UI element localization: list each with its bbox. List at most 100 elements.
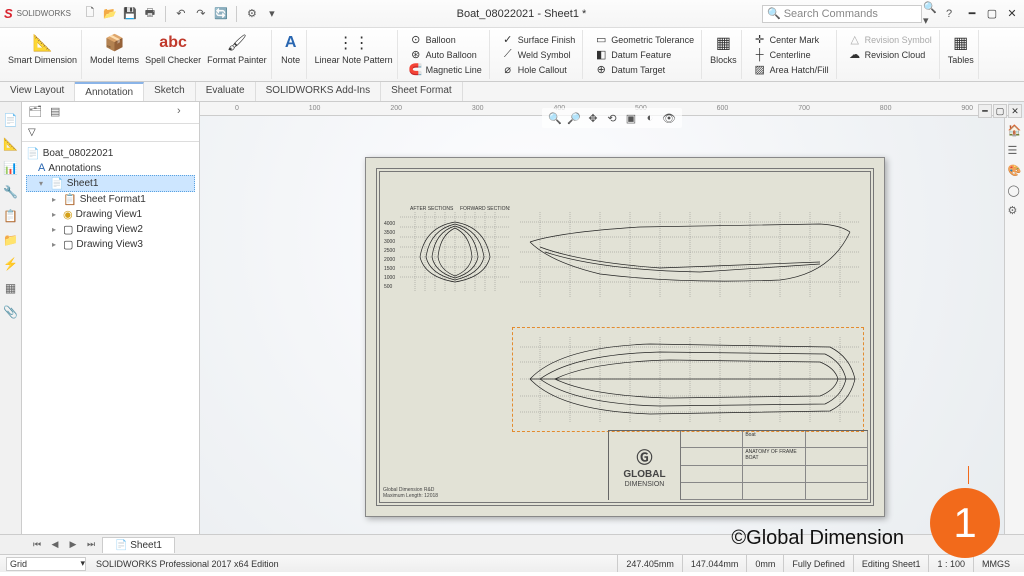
ls-icon-2[interactable]: 📐	[3, 136, 19, 152]
rs-home-icon[interactable]: 🏠	[1008, 124, 1022, 138]
tree-view1[interactable]: ▸◉Drawing View1	[26, 207, 195, 222]
doc-max-icon[interactable]: ▢	[993, 104, 1007, 118]
tree-view2[interactable]: ▸▢Drawing View2	[26, 222, 195, 237]
right-toolbar: 🏠 ☰ 🎨 ◯ ⚙	[1004, 118, 1024, 534]
hide-show-icon[interactable]: 👁	[661, 110, 677, 126]
datum-target-button[interactable]: ⊕Datum Target	[591, 62, 697, 77]
center-mark-button[interactable]: ✛Center Mark	[750, 32, 832, 47]
balloon-button[interactable]: ⊙Balloon	[406, 32, 485, 47]
save-icon[interactable]: 💾	[121, 5, 139, 23]
grid-dropdown[interactable]: Grid▾	[6, 557, 86, 571]
zoom-area-icon[interactable]: 🔎	[566, 110, 582, 126]
zoom-fit-icon[interactable]: 🔍	[547, 110, 563, 126]
new-icon[interactable]: 🗋	[81, 5, 99, 23]
spell-checker-button[interactable]: abcSpell Checker	[145, 32, 201, 65]
tab-evaluate[interactable]: Evaluate	[196, 82, 256, 101]
status-y: 147.044mm	[682, 555, 747, 572]
weld-symbol-button[interactable]: ⟋Weld Symbol	[498, 47, 579, 62]
revision-cloud-button[interactable]: ☁Revision Cloud	[845, 47, 935, 62]
linear-note-pattern-button[interactable]: ⋮⋮Linear Note Pattern	[315, 32, 393, 65]
minimize-icon[interactable]: ━	[964, 6, 980, 22]
dropdown-icon[interactable]: ▾	[263, 5, 281, 23]
search-commands-input[interactable]: 🔍 Search Commands	[762, 5, 922, 23]
tree-expand-icon[interactable]: ›	[177, 105, 193, 121]
drawing-view-plan[interactable]	[520, 332, 860, 427]
close-icon[interactable]: ✕	[1004, 6, 1020, 22]
rs-custom-icon[interactable]: ⚙	[1008, 204, 1022, 218]
badge-pointer	[968, 466, 969, 484]
sheet-nav-first-icon[interactable]: ⏮	[30, 538, 44, 552]
tree-view3[interactable]: ▸▢Drawing View3	[26, 237, 195, 252]
rs-appearance-icon[interactable]: 🎨	[1008, 164, 1022, 178]
app-logo-text: SOLIDWORKS	[17, 9, 71, 18]
surface-finish-button[interactable]: ✓Surface Finish	[498, 32, 579, 47]
section-icon[interactable]: ▣	[623, 110, 639, 126]
tab-sheet-format[interactable]: Sheet Format	[381, 82, 463, 101]
ls-icon-6[interactable]: 📁	[3, 232, 19, 248]
pan-icon[interactable]: ✥	[585, 110, 601, 126]
document-title: Boat_08022021 - Sheet1 *	[281, 8, 762, 20]
rebuild-icon[interactable]: 🔄	[212, 5, 230, 23]
tab-annotation[interactable]: Annotation	[75, 82, 144, 101]
auto-balloon-button[interactable]: ⊛Auto Balloon	[406, 47, 485, 62]
ls-icon-7[interactable]: ⚡	[3, 256, 19, 272]
geometric-tolerance-button[interactable]: ▭Geometric Tolerance	[591, 32, 697, 47]
title-block[interactable]: Ⓖ GLOBAL DIMENSION Boat ANATOMY OF FRAME…	[608, 430, 868, 500]
sheet-nav-next-icon[interactable]: ▶	[66, 538, 80, 552]
ls-icon-9[interactable]: 📎	[3, 304, 19, 320]
undo-icon[interactable]: ↶	[172, 5, 190, 23]
display-style-icon[interactable]: ◐	[642, 110, 658, 126]
status-defined: Fully Defined	[783, 555, 853, 572]
help-icon[interactable]: ?	[940, 5, 958, 23]
ls-icon-5[interactable]: 📋	[3, 208, 19, 224]
tree-root[interactable]: 📄Boat_08022021	[26, 146, 195, 161]
ls-icon-3[interactable]: 📊	[3, 160, 19, 176]
magnetic-line-button[interactable]: 🧲Magnetic Line	[406, 62, 485, 77]
print-icon[interactable]: 🖶	[141, 5, 159, 23]
status-editing: Editing Sheet1	[853, 555, 929, 572]
area-hatch-button[interactable]: ▨Area Hatch/Fill	[750, 62, 832, 77]
ls-icon-4[interactable]: 🔧	[3, 184, 19, 200]
hole-callout-button[interactable]: ⌀Hole Callout	[498, 62, 579, 77]
drawing-view-sections[interactable]: AFTER SECTIONS FORWARD SECTIONS	[400, 202, 510, 312]
tab-sketch[interactable]: Sketch	[144, 82, 196, 101]
ls-icon-1[interactable]: 📄	[3, 112, 19, 128]
status-units[interactable]: MMGS	[973, 555, 1018, 572]
note-button[interactable]: ANote	[280, 32, 302, 65]
rs-layers-icon[interactable]: ☰	[1008, 144, 1022, 158]
format-painter-button[interactable]: 🖌Format Painter	[207, 32, 267, 65]
status-bar: Grid▾ SOLIDWORKS Professional 2017 x64 E…	[0, 554, 1024, 572]
blocks-button[interactable]: ▦Blocks	[710, 32, 737, 65]
tree-annotations[interactable]: AAnnotations	[26, 161, 195, 175]
tree-tab-config-icon[interactable]: ▤	[50, 105, 66, 121]
doc-min-icon[interactable]: ━	[978, 104, 992, 118]
rs-decals-icon[interactable]: ◯	[1008, 184, 1022, 198]
filter-icon[interactable]: ▽	[28, 127, 36, 138]
command-tabs: View Layout Annotation Sketch Evaluate S…	[0, 82, 1024, 102]
rotate-icon[interactable]: ⟲	[604, 110, 620, 126]
redo-icon[interactable]: ↷	[192, 5, 210, 23]
doc-close-icon[interactable]: ✕	[1008, 104, 1022, 118]
sheet-nav-prev-icon[interactable]: ◀	[48, 538, 62, 552]
tree-sheet-format[interactable]: ▸📋Sheet Format1	[26, 192, 195, 207]
tree-tab-feature-icon[interactable]: 🗂	[28, 105, 44, 121]
centerline-button[interactable]: ┼Centerline	[750, 47, 832, 62]
open-icon[interactable]: 📂	[101, 5, 119, 23]
tab-view-layout[interactable]: View Layout	[0, 82, 75, 101]
drawing-sheet[interactable]: AFTER SECTIONS FORWARD SECTIONS	[365, 157, 885, 517]
drawing-view-profile[interactable]	[520, 202, 860, 312]
tab-addins[interactable]: SOLIDWORKS Add-Ins	[256, 82, 381, 101]
tree-sheet1[interactable]: ▾📄Sheet1	[26, 175, 195, 192]
options-icon[interactable]: ⚙	[243, 5, 261, 23]
tables-button[interactable]: ▦Tables	[948, 32, 974, 65]
left-toolbar: 📄 📐 📊 🔧 📋 📁 ⚡ ▦ 📎	[0, 102, 22, 534]
drawing-canvas[interactable]: 0100200300400500600700800900 🔍 🔎 ✥ ⟲ ▣ ◐…	[200, 102, 1024, 534]
maximize-icon[interactable]: ▢	[984, 6, 1000, 22]
sheet-tab-1[interactable]: 📄 Sheet1	[102, 537, 175, 553]
smart-dimension-button[interactable]: 📐Smart Dimension	[8, 32, 77, 65]
model-items-button[interactable]: 📦Model Items	[90, 32, 139, 65]
sheet-nav-last-icon[interactable]: ⏭	[84, 538, 98, 552]
datum-feature-button[interactable]: ◧Datum Feature	[591, 47, 697, 62]
ls-icon-8[interactable]: ▦	[3, 280, 19, 296]
search-dropdown-icon[interactable]: 🔍▾	[922, 5, 940, 23]
